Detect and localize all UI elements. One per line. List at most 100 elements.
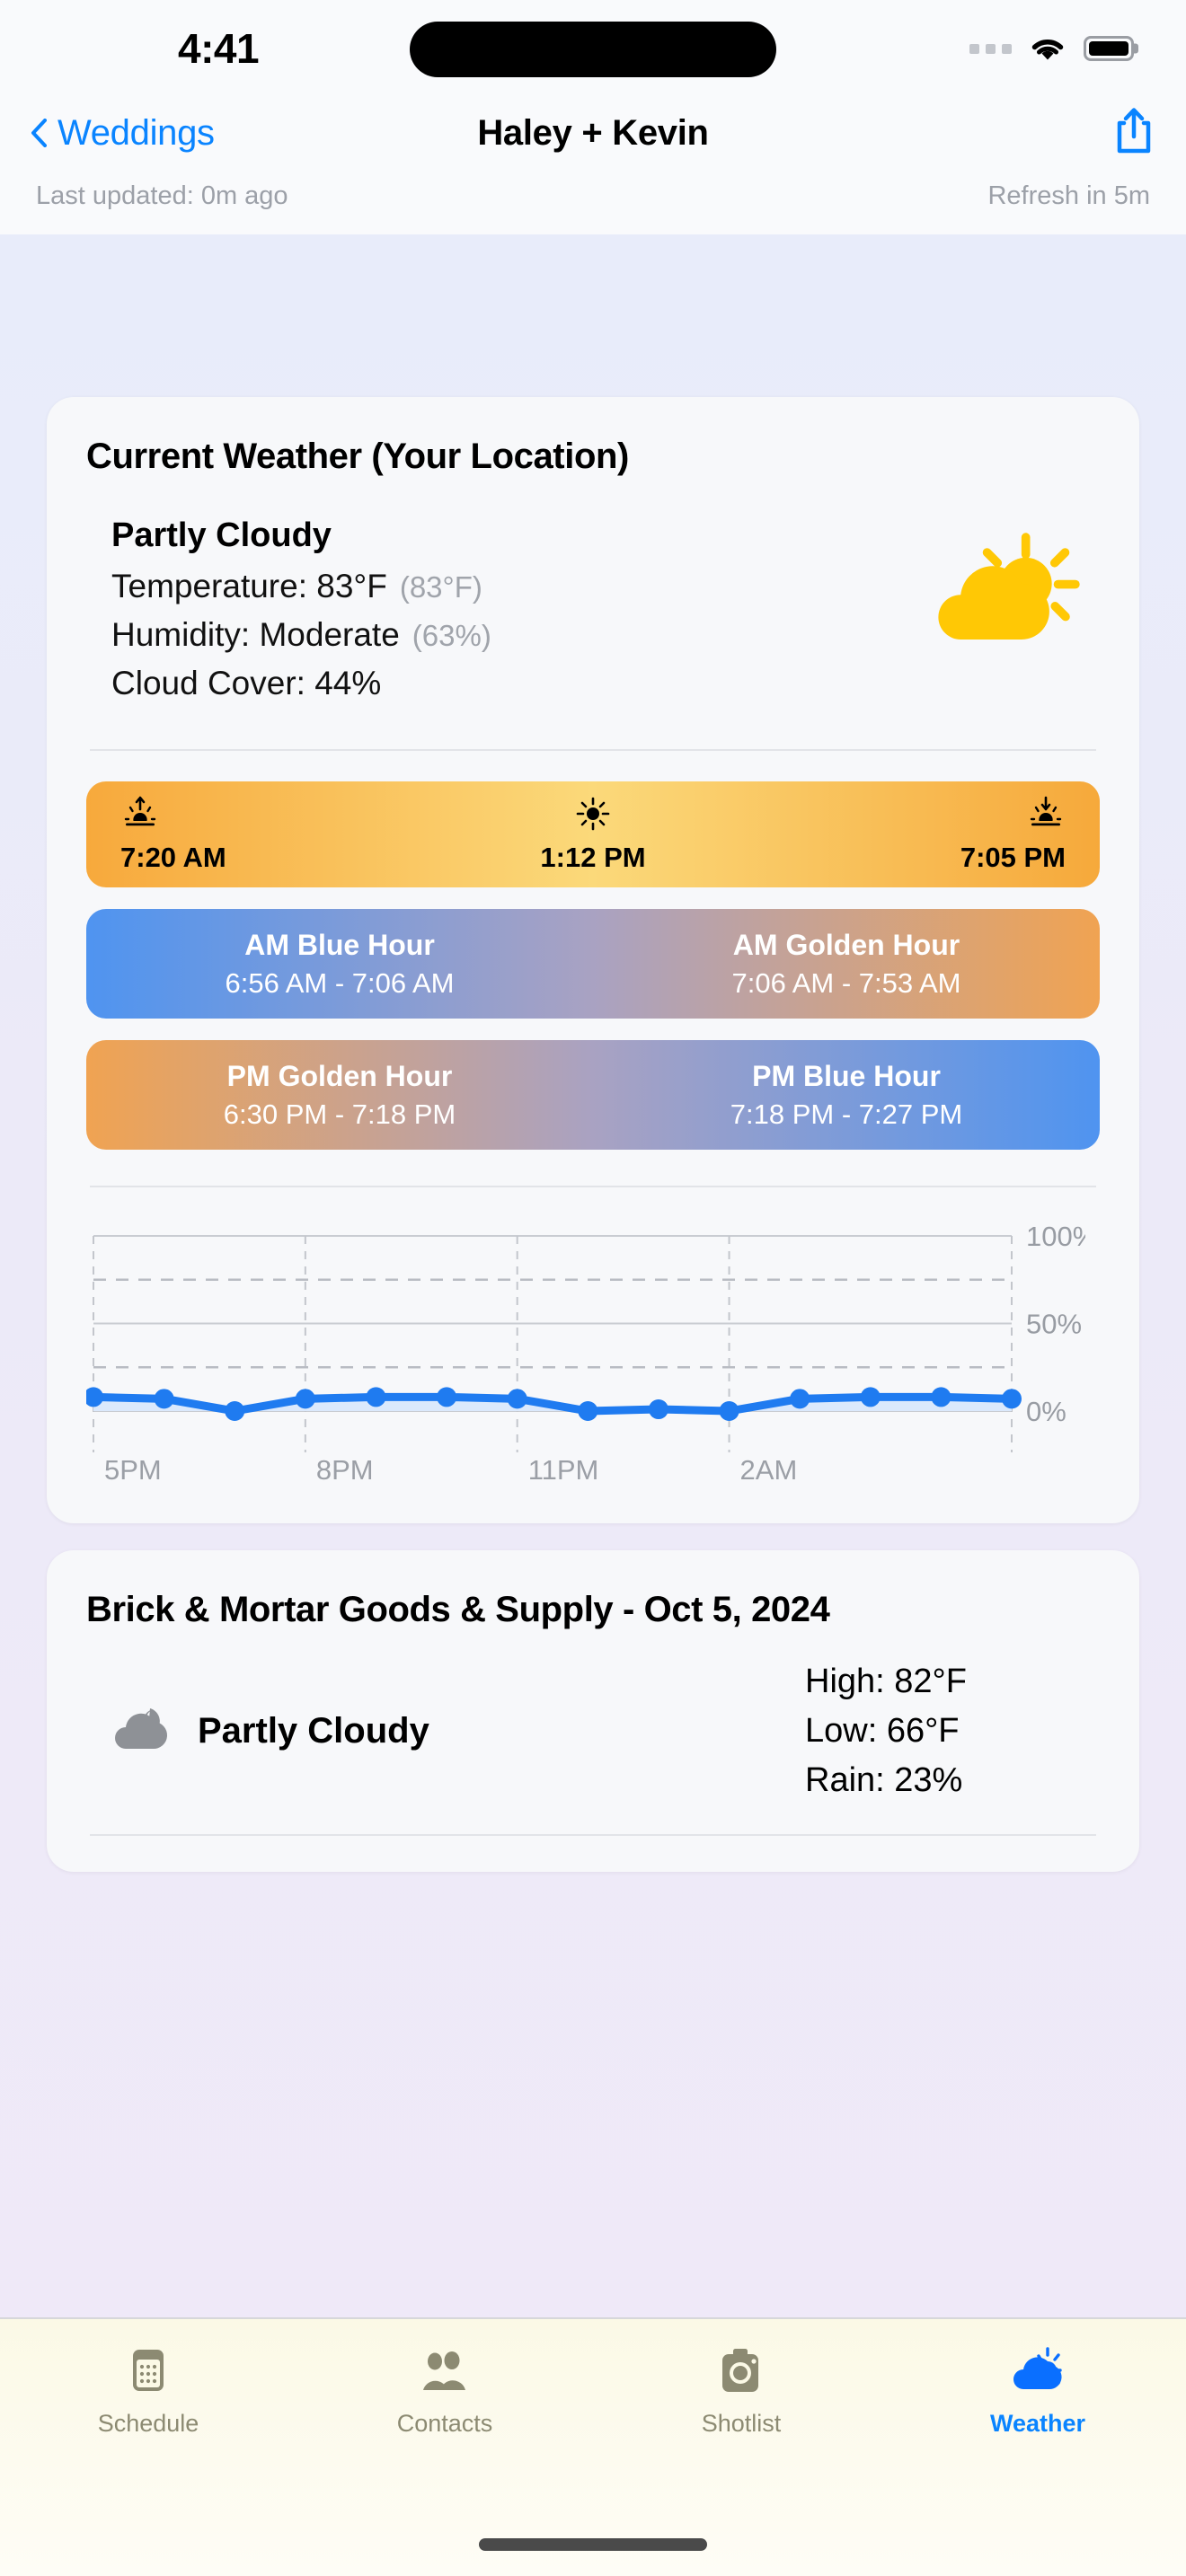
wifi-icon bbox=[1028, 34, 1067, 63]
current-weather-title: Current Weather (Your Location) bbox=[86, 437, 629, 476]
share-button[interactable] bbox=[1112, 106, 1155, 161]
tab-schedule-label: Schedule bbox=[97, 2410, 199, 2437]
sunset-icon bbox=[1026, 796, 1066, 836]
humidity-label: Humidity: Moderate bbox=[111, 616, 400, 653]
card-divider-1 bbox=[90, 749, 1096, 751]
chart-data-point bbox=[295, 1389, 315, 1409]
tab-shotlist[interactable]: Shotlist bbox=[593, 2346, 890, 2438]
last-updated-label: Last updated: 0m ago bbox=[36, 181, 288, 210]
tab-shotlist-label: Shotlist bbox=[701, 2410, 782, 2437]
am-blue-hour-range: 6:56 AM - 7:06 AM bbox=[225, 966, 455, 999]
forecast-condition: Partly Cloudy bbox=[198, 1711, 429, 1751]
chart-x-tick-label: 11PM bbox=[528, 1454, 599, 1486]
am-golden-hour-range: 7:06 AM - 7:53 AM bbox=[731, 966, 961, 999]
status-indicators bbox=[969, 34, 1134, 63]
chart-data-point bbox=[578, 1401, 598, 1421]
pm-golden-hour-range: 6:30 PM - 7:18 PM bbox=[223, 1098, 456, 1130]
sunrise-item: 7:20 AM bbox=[120, 796, 436, 874]
tab-contacts[interactable]: Contacts bbox=[296, 2346, 593, 2438]
current-weather-body: Partly Cloudy Temperature: 83°F (83°F) H… bbox=[86, 516, 1100, 713]
chart-data-point bbox=[366, 1387, 386, 1407]
camera-icon bbox=[717, 2346, 766, 2399]
forecast-rain: Rain: 23% bbox=[805, 1761, 963, 1799]
status-time: 4:41 bbox=[178, 25, 260, 72]
weather-scroll-view[interactable]: Current Weather (Your Location) Partly C… bbox=[0, 370, 1186, 2317]
chart-x-tick-label: 5PM bbox=[104, 1454, 162, 1486]
chart-data-point bbox=[1002, 1389, 1022, 1409]
tab-contacts-label: Contacts bbox=[396, 2410, 493, 2437]
chart-data-point bbox=[719, 1401, 739, 1421]
solar-noon-time: 1:12 PM bbox=[540, 841, 646, 873]
forecast-card: Brick & Mortar Goods & Supply - Oct 5, 2… bbox=[47, 1550, 1139, 1872]
am-hours-bar: AM Blue Hour 6:56 AM - 7:06 AM AM Golden… bbox=[86, 909, 1100, 1019]
page-title: Haley + Kevin bbox=[477, 112, 709, 153]
chart-y-tick-label: 0% bbox=[1026, 1396, 1067, 1427]
home-indicator bbox=[479, 2538, 707, 2551]
chart-data-point bbox=[437, 1387, 457, 1407]
humidity-secondary: (63%) bbox=[412, 619, 491, 652]
am-blue-hour-item: AM Blue Hour 6:56 AM - 7:06 AM bbox=[86, 909, 593, 1019]
temperature-row: Temperature: 83°F (83°F) bbox=[111, 568, 918, 605]
sun-times-bar: 7:20 AM 1:12 PM 7:05 PM bbox=[86, 781, 1100, 887]
chart-y-tick-label: 100% bbox=[1026, 1221, 1085, 1252]
chart-data-point bbox=[648, 1399, 668, 1420]
share-icon bbox=[1117, 107, 1151, 153]
back-button-label: Weddings bbox=[58, 112, 215, 153]
sun-max-icon bbox=[573, 796, 613, 836]
current-weather-card: Current Weather (Your Location) Partly C… bbox=[47, 397, 1139, 1523]
sunset-time: 7:05 PM bbox=[960, 841, 1067, 873]
humidity-row: Humidity: Moderate (63%) bbox=[111, 616, 918, 654]
refresh-countdown-label: Refresh in 5m bbox=[987, 181, 1150, 210]
pm-blue-hour-label: PM Blue Hour bbox=[752, 1059, 941, 1092]
cloud-moon-icon bbox=[111, 1704, 174, 1759]
pm-blue-hour-item: PM Blue Hour 7:18 PM - 7:27 PM bbox=[593, 1040, 1100, 1150]
solar-noon-item: 1:12 PM bbox=[436, 796, 751, 874]
current-condition-label: Partly Cloudy bbox=[111, 516, 332, 554]
cellular-dots-icon bbox=[969, 43, 1012, 54]
chart-data-point bbox=[860, 1387, 881, 1407]
am-blue-hour-label: AM Blue Hour bbox=[244, 928, 435, 961]
chart-data-point bbox=[507, 1389, 527, 1409]
chart-x-tick-label: 2AM bbox=[740, 1454, 798, 1486]
tab-schedule[interactable]: Schedule bbox=[0, 2346, 296, 2438]
dynamic-island bbox=[410, 22, 776, 77]
chart-y-tick-label: 50% bbox=[1026, 1309, 1082, 1340]
temperature-label: Temperature: 83°F bbox=[111, 568, 387, 604]
chart-data-point bbox=[790, 1389, 810, 1409]
pm-golden-hour-label: PM Golden Hour bbox=[226, 1059, 453, 1092]
tab-weather[interactable]: Weather bbox=[890, 2346, 1186, 2438]
forecast-body: Partly Cloudy High: 82°F Low: 66°F Rain:… bbox=[86, 1663, 1100, 1800]
refresh-status-bar: Last updated: 0m ago Refresh in 5m bbox=[0, 169, 1186, 234]
card-divider-2 bbox=[90, 1186, 1096, 1187]
pm-hours-bar: PM Golden Hour 6:30 PM - 7:18 PM PM Blue… bbox=[86, 1040, 1100, 1150]
cloud-cover-label: Cloud Cover: 44% bbox=[111, 665, 382, 701]
forecast-divider bbox=[90, 1834, 1096, 1836]
chart-x-tick-label: 8PM bbox=[316, 1454, 374, 1486]
cloud-sun-icon bbox=[1011, 2346, 1065, 2399]
tab-weather-label: Weather bbox=[989, 2410, 1086, 2437]
cloud-cover-row: Cloud Cover: 44% bbox=[111, 665, 918, 702]
tab-bar: Schedule Contacts Shotlist Weather bbox=[0, 2317, 1186, 2576]
calendar-icon bbox=[128, 2346, 168, 2399]
battery-full-icon bbox=[1084, 36, 1134, 61]
pm-blue-hour-range: 7:18 PM - 7:27 PM bbox=[730, 1098, 963, 1130]
people-icon bbox=[420, 2346, 469, 2399]
chevron-left-icon bbox=[31, 119, 47, 147]
sunset-item: 7:05 PM bbox=[750, 796, 1066, 874]
chart-data-point bbox=[931, 1387, 951, 1407]
forecast-high: High: 82°F bbox=[805, 1663, 967, 1700]
am-golden-hour-item: AM Golden Hour 7:06 AM - 7:53 AM bbox=[593, 909, 1100, 1019]
temperature-secondary: (83°F) bbox=[399, 570, 482, 604]
chart-data-point bbox=[154, 1389, 174, 1409]
sunrise-icon bbox=[120, 796, 160, 836]
cloud-cover-chart: 0% 50% 100% 5PM 8PM 11PM 2AM bbox=[86, 1218, 1100, 1487]
am-golden-hour-label: AM Golden Hour bbox=[732, 928, 960, 961]
chart-data-point bbox=[225, 1401, 245, 1421]
navigation-bar: Weddings Haley + Kevin bbox=[0, 97, 1186, 169]
status-bar: 4:41 bbox=[0, 0, 1186, 97]
back-button[interactable]: Weddings bbox=[31, 113, 215, 154]
sun-behind-cloud-icon bbox=[918, 525, 1080, 654]
pm-golden-hour-item: PM Golden Hour 6:30 PM - 7:18 PM bbox=[86, 1040, 593, 1150]
forecast-low: Low: 66°F bbox=[805, 1712, 960, 1750]
forecast-title: Brick & Mortar Goods & Supply - Oct 5, 2… bbox=[86, 1590, 830, 1629]
